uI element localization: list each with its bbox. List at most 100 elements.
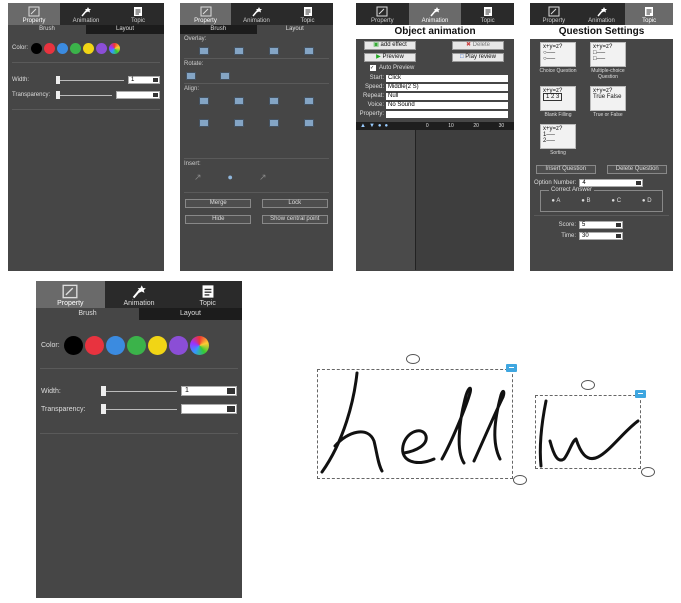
zoom-in-icon[interactable]: ● xyxy=(378,123,382,129)
distribute-v-icon[interactable] xyxy=(269,119,280,127)
transparency-dropdown[interactable] xyxy=(116,91,160,99)
color-swatch-rainbow[interactable] xyxy=(109,42,121,54)
width-slider-thumb[interactable] xyxy=(101,385,106,396)
tab-property[interactable]: Property xyxy=(530,3,578,25)
link-icon[interactable]: ↗ xyxy=(194,172,202,183)
align-middle-icon[interactable] xyxy=(198,119,209,127)
insert-question-button[interactable]: Insert Question xyxy=(535,165,596,174)
auto-preview-checkbox[interactable]: ✓ xyxy=(370,64,376,71)
option-b-label: B xyxy=(586,198,591,204)
color-swatch-yellow[interactable] xyxy=(147,335,167,355)
align-top-icon[interactable] xyxy=(269,97,280,105)
width-spinbox[interactable]: 1 xyxy=(128,76,160,84)
tab-topic[interactable]: Topic xyxy=(112,3,164,25)
time-spinbox[interactable]: 30 xyxy=(579,231,623,240)
option-number-spinbox[interactable]: 4 xyxy=(579,178,644,187)
transparency-dropdown[interactable] xyxy=(181,404,237,414)
width-slider[interactable] xyxy=(101,385,177,396)
transparency-slider-thumb[interactable] xyxy=(101,403,106,414)
question-type-sorting[interactable]: x+y=z? 1── 2── Sorting xyxy=(538,124,578,156)
transparency-slider[interactable] xyxy=(56,90,112,99)
tab-property[interactable]: Property xyxy=(180,3,231,25)
timeline-track-area[interactable] xyxy=(416,130,514,270)
width-slider[interactable] xyxy=(56,75,124,84)
subtab-brush[interactable]: Brush xyxy=(180,25,257,34)
color-swatch-rainbow[interactable] xyxy=(189,335,209,355)
option-b-radio[interactable]: ● B xyxy=(581,198,590,204)
tab-topic[interactable]: Topic xyxy=(625,3,673,25)
color-swatch-black[interactable] xyxy=(63,335,83,355)
subtab-layout[interactable]: Layout xyxy=(86,25,164,34)
bring-forward-icon[interactable] xyxy=(233,47,244,55)
preview-button[interactable]: ▶ Preview xyxy=(364,53,416,62)
color-swatch-purple[interactable] xyxy=(168,335,188,355)
timeline-track-list[interactable] xyxy=(356,130,416,270)
color-swatch-black[interactable] xyxy=(31,42,43,54)
color-swatch-purple[interactable] xyxy=(96,42,108,54)
lock-button[interactable]: Lock xyxy=(261,199,328,208)
tab-animation[interactable]: Animation xyxy=(105,281,174,308)
width-slider-thumb[interactable] xyxy=(56,75,60,84)
option-d-radio[interactable]: ● D xyxy=(642,198,652,204)
rotate-left-icon[interactable] xyxy=(186,72,196,80)
subtab-brush[interactable]: Brush xyxy=(8,25,86,34)
color-swatch-blue[interactable] xyxy=(57,42,69,54)
down-arrow-icon[interactable]: ▼ xyxy=(369,123,375,129)
voice-select[interactable]: No Sound xyxy=(386,101,508,109)
color-swatch-yellow[interactable] xyxy=(83,42,95,54)
delete-effect-button[interactable]: ✖ Delete xyxy=(452,41,504,50)
hide-button[interactable]: Hide xyxy=(185,215,252,224)
align-right-icon[interactable] xyxy=(304,119,315,127)
subtab-layout[interactable]: Layout xyxy=(139,308,242,320)
bring-to-front-icon[interactable] xyxy=(198,47,209,55)
subtab-brush[interactable]: Brush xyxy=(36,308,139,320)
color-swatch-red[interactable] xyxy=(44,42,56,54)
tab-property[interactable]: Property xyxy=(8,3,60,25)
drawing-canvas[interactable]: hell lw xyxy=(256,281,676,598)
tab-animation[interactable]: Animation xyxy=(578,3,626,25)
align-left-icon[interactable] xyxy=(198,97,209,105)
align-bottom-icon[interactable] xyxy=(304,97,315,105)
zoom-out-icon[interactable]: ● xyxy=(385,123,389,129)
microphone-icon[interactable]: ● xyxy=(228,172,233,183)
align-center-icon[interactable] xyxy=(233,97,244,105)
transparency-slider[interactable] xyxy=(101,403,177,414)
tab-animation[interactable]: Animation xyxy=(231,3,282,25)
score-spinbox[interactable]: 5 xyxy=(579,220,623,229)
color-swatch-blue[interactable] xyxy=(105,335,125,355)
option-c-radio[interactable]: ● C xyxy=(611,198,621,204)
question-type-true-false[interactable]: x+y=z? True False True or False xyxy=(588,86,628,118)
transparency-slider-thumb[interactable] xyxy=(56,90,60,99)
color-swatch-green[interactable] xyxy=(126,335,146,355)
tab-property[interactable]: Property xyxy=(36,281,105,308)
delete-question-button[interactable]: Delete Question xyxy=(607,165,668,174)
play-review-button[interactable]: □ Play review xyxy=(452,53,504,62)
property-select[interactable] xyxy=(386,110,508,118)
speed-select[interactable]: Middle(2 S) xyxy=(386,83,508,91)
rotate-right-icon[interactable] xyxy=(220,72,230,80)
show-central-point-button[interactable]: Show central point xyxy=(261,215,328,224)
question-type-choice[interactable]: x+y=z? ○── ○── Choice Question xyxy=(538,42,578,74)
send-to-back-icon[interactable] xyxy=(304,47,315,55)
option-a-radio[interactable]: ● A xyxy=(551,198,560,204)
question-type-multiple[interactable]: x+y=z? □── □── Multiple-choice Question xyxy=(588,42,628,80)
color-swatch-red[interactable] xyxy=(84,335,104,355)
question-type-blank[interactable]: x+y=z? 1 2 3 Blank Filling xyxy=(538,86,578,118)
merge-button[interactable]: Merge xyxy=(185,199,252,208)
up-arrow-icon[interactable]: ▲ xyxy=(360,123,366,129)
tab-animation[interactable]: Animation xyxy=(408,3,462,25)
send-backward-icon[interactable] xyxy=(269,47,280,55)
tab-topic[interactable]: Topic xyxy=(173,281,242,308)
repeat-select[interactable]: Null xyxy=(386,92,508,100)
attachment-icon[interactable]: ↗ xyxy=(259,172,267,183)
start-select[interactable]: Click xyxy=(386,74,508,82)
subtab-layout[interactable]: Layout xyxy=(256,25,333,34)
distribute-h-icon[interactable] xyxy=(233,119,244,127)
tab-property[interactable]: Property xyxy=(356,3,409,25)
tab-topic[interactable]: Topic xyxy=(461,3,514,25)
tab-topic[interactable]: Topic xyxy=(282,3,333,25)
color-swatch-green[interactable] xyxy=(70,42,82,54)
width-spinbox[interactable]: 1 xyxy=(181,386,237,396)
add-effect-button[interactable]: ▣ add effect xyxy=(364,41,416,50)
tab-animation[interactable]: Animation xyxy=(60,3,112,25)
